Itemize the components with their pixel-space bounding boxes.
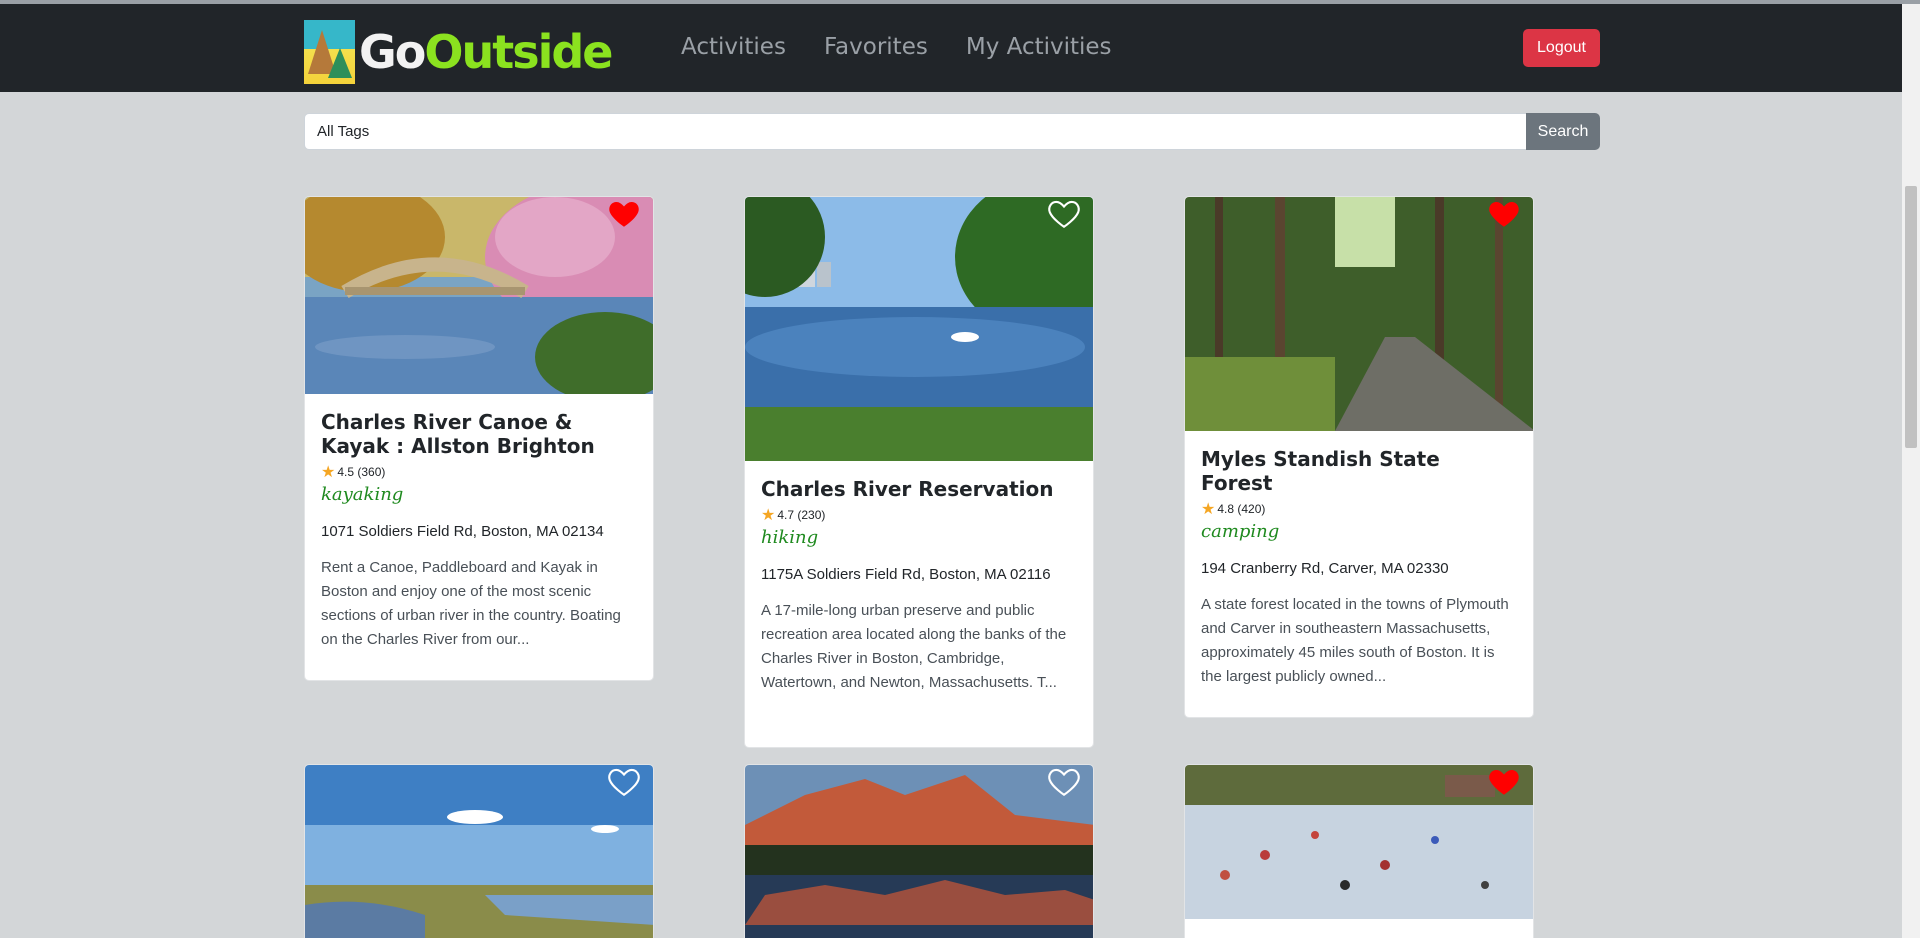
rating: ★ 4.7 (230): [761, 507, 826, 524]
scrollbar-track[interactable]: [1902, 4, 1920, 938]
activity-description: Rent a Canoe, Paddleboard and Kayak in B…: [321, 559, 621, 648]
search-button[interactable]: Search: [1526, 113, 1600, 150]
activity-card[interactable]: Charles River Reservation ★ 4.7 (230) hik…: [744, 196, 1094, 748]
activity-image: [745, 197, 1093, 461]
activity-title[interactable]: Charles River Reservation: [761, 477, 1077, 501]
favorite-heart-icon[interactable]: [607, 197, 641, 231]
activity-title[interactable]: Myles Standish State Forest: [1201, 447, 1517, 495]
navbar: GoOutside Activities Favorites My Activi…: [0, 4, 1902, 92]
favorite-heart-icon[interactable]: [1487, 765, 1521, 799]
activity-card[interactable]: Charles River Canoe & Kayak : Allston Br…: [304, 196, 654, 681]
activity-image: [305, 765, 653, 938]
activity-address: 1071 Soldiers Field Rd, Boston, MA 02134: [321, 523, 604, 540]
activity-tag[interactable]: hiking: [761, 527, 1077, 548]
activity-card[interactable]: [1184, 764, 1534, 938]
activity-image: [745, 765, 1093, 938]
rating: ★ 4.5 (360): [321, 464, 386, 481]
activity-card[interactable]: Myles Standish State Forest ★ 4.8 (420) c…: [1184, 196, 1534, 718]
logo[interactable]: GoOutside: [304, 20, 613, 84]
activity-image: [1185, 765, 1533, 919]
nav-link-favorites[interactable]: Favorites: [824, 34, 928, 60]
activity-tag[interactable]: camping: [1201, 521, 1517, 542]
favorite-heart-icon[interactable]: [1047, 765, 1081, 799]
nav-link-my-activities[interactable]: My Activities: [966, 34, 1112, 60]
activity-description: A 17-mile-long urban preserve and public…: [761, 602, 1067, 691]
activity-address: 194 Cranberry Rd, Carver, MA 02330: [1201, 560, 1449, 577]
activity-tag[interactable]: kayaking: [321, 484, 637, 505]
star-icon: ★: [321, 464, 336, 481]
activity-description: A state forest located in the towns of P…: [1201, 596, 1509, 685]
search-bar: Search: [304, 113, 1600, 150]
favorite-heart-icon[interactable]: [1047, 197, 1081, 231]
activity-card[interactable]: [744, 764, 1094, 938]
nav-link-activities[interactable]: Activities: [681, 34, 786, 60]
star-icon: ★: [1201, 501, 1216, 518]
nav-links: Activities Favorites My Activities: [681, 34, 1150, 60]
favorite-heart-icon[interactable]: [607, 765, 641, 799]
tag-search-input[interactable]: [304, 113, 1526, 150]
scrollbar-thumb[interactable]: [1905, 186, 1917, 448]
activity-image: [305, 197, 653, 394]
activity-title[interactable]: Charles River Canoe & Kayak : Allston Br…: [321, 410, 637, 458]
favorite-heart-icon[interactable]: [1487, 197, 1521, 231]
rating: ★ 4.8 (420): [1201, 501, 1266, 518]
star-icon: ★: [761, 507, 776, 524]
activity-image: [1185, 197, 1533, 431]
logo-image: [304, 20, 355, 84]
activity-address: 1175A Soldiers Field Rd, Boston, MA 0211…: [761, 566, 1051, 583]
activity-card[interactable]: [304, 764, 654, 938]
logo-text: GoOutside: [359, 25, 613, 79]
logout-button[interactable]: Logout: [1523, 29, 1600, 67]
